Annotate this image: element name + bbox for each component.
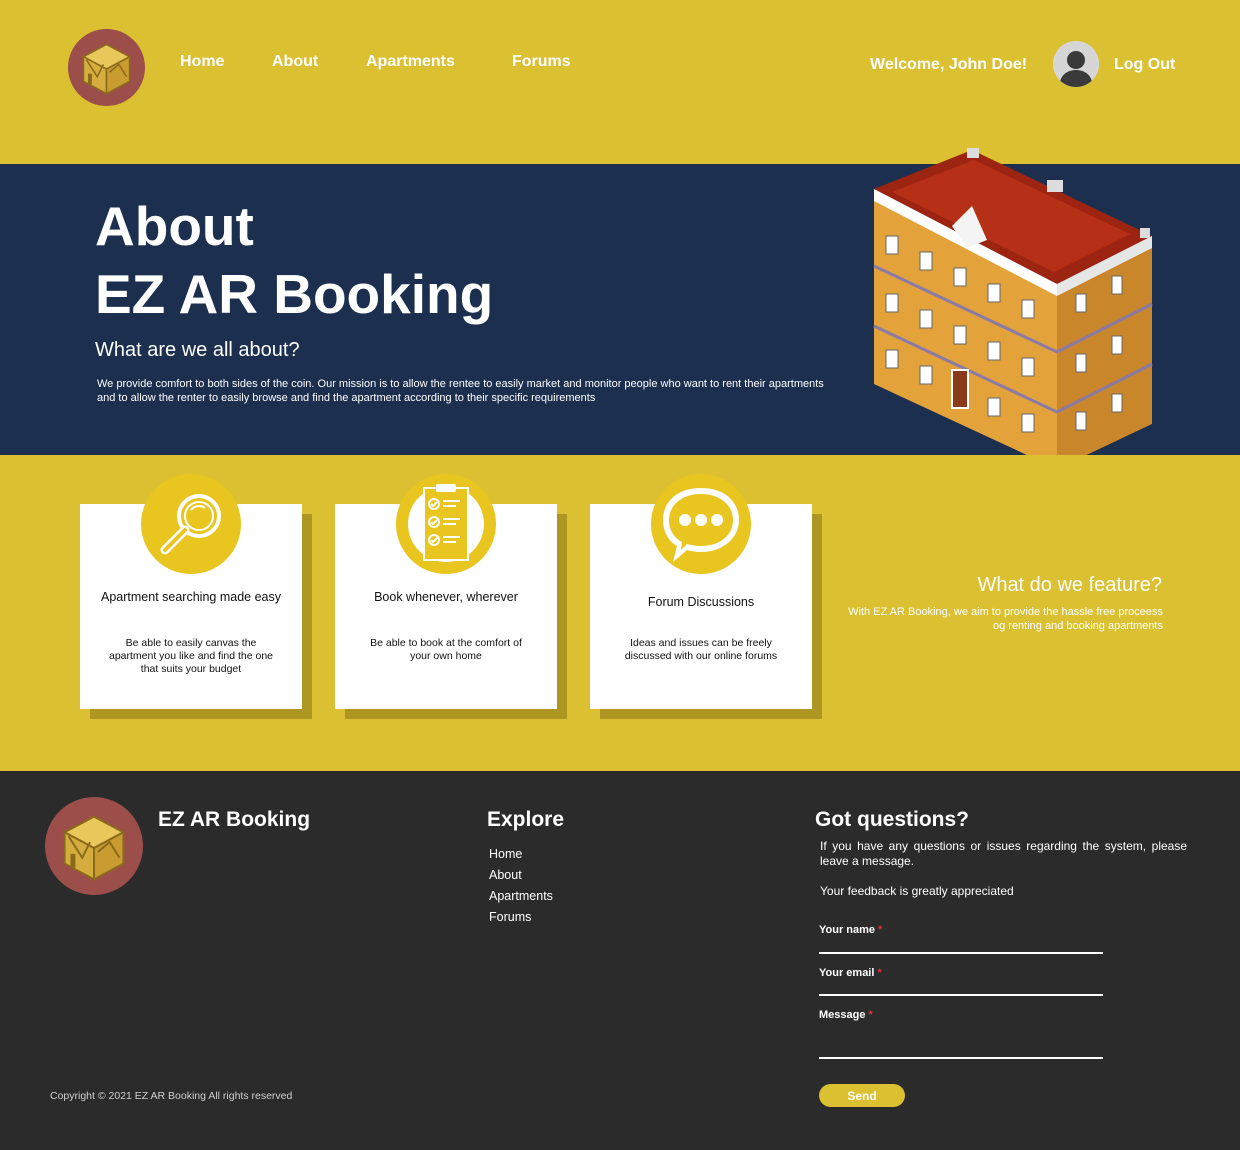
footer-brand-name: EZ AR Booking	[158, 808, 311, 831]
copyright-text: Copyright © 2021 EZ AR Booking All right…	[50, 1090, 293, 1102]
feature-card-title: Apartment searching made easy	[101, 590, 281, 604]
required-marker: *	[868, 1009, 873, 1021]
nav-about[interactable]: About	[272, 53, 318, 71]
logout-link[interactable]: Log Out	[1114, 56, 1175, 74]
questions-heading: Got questions?	[815, 808, 969, 831]
footer-link-about[interactable]: About	[489, 865, 553, 886]
box-logo-icon	[62, 815, 126, 881]
apartment-building-icon	[873, 148, 1153, 469]
chat-bubble-icon	[651, 474, 751, 574]
message-label-text: Message	[819, 1009, 866, 1021]
feature-card-search: Apartment searching made easy Be able to…	[80, 474, 302, 709]
page-title-line2: EZ AR Booking	[95, 263, 494, 325]
feature-card-title: Book whenever, wherever	[374, 590, 518, 604]
footer-link-home[interactable]: Home	[489, 844, 553, 865]
features-description: With EZ AR Booking, we aim to provide th…	[848, 606, 1163, 632]
questions-text: If you have any questions or issues rega…	[820, 839, 1187, 868]
feature-card-description: Be able to easily canvas the apartment y…	[108, 637, 274, 675]
clipboard-checklist-icon	[396, 474, 496, 574]
page-title: About EZ AR Booking	[95, 192, 493, 328]
feedback-text: Your feedback is greatly appreciated	[820, 884, 1014, 898]
feature-card-description: Be able to book at the comfort of your o…	[370, 637, 522, 662]
name-field[interactable]	[819, 934, 1103, 954]
hero-subtitle: What are we all about?	[95, 339, 300, 361]
nav-forums[interactable]: Forums	[512, 53, 571, 71]
footer-logo-icon[interactable]	[45, 797, 143, 895]
feature-card-description: Ideas and issues can be freely discussed…	[624, 637, 778, 662]
nav-apartments[interactable]: Apartments	[366, 53, 455, 71]
box-logo-icon	[81, 43, 132, 95]
email-field[interactable]	[819, 976, 1103, 996]
features-heading: What do we feature?	[977, 574, 1162, 596]
message-field-label: Message *	[819, 1009, 873, 1021]
feature-card-forums: Forum Discussions Ideas and issues can b…	[590, 474, 812, 709]
user-silhouette-icon	[1053, 41, 1099, 87]
message-field[interactable]	[819, 1039, 1103, 1059]
send-button[interactable]: Send	[819, 1084, 905, 1107]
footer-link-forums[interactable]: Forums	[489, 907, 553, 928]
feature-card-title: Forum Discussions	[647, 595, 755, 609]
site-footer: EZ AR Booking Explore Home About Apartme…	[0, 771, 1240, 1150]
hero-description: We provide comfort to both sides of the …	[97, 378, 824, 404]
welcome-text: Welcome, John Doe!	[870, 56, 1028, 73]
page-title-line1: About	[95, 195, 254, 257]
features-section: Apartment searching made easy Be able to…	[0, 455, 1240, 771]
explore-heading: Explore	[487, 808, 565, 831]
explore-links: Home About Apartments Forums	[489, 844, 553, 928]
magnifying-glass-icon	[141, 474, 241, 574]
site-header: Home About Apartments Forums Welcome, Jo…	[0, 0, 1240, 164]
avatar[interactable]	[1053, 41, 1099, 87]
feature-card-booking: Book whenever, wherever Be able to book …	[335, 474, 557, 709]
footer-link-apartments[interactable]: Apartments	[489, 886, 553, 907]
nav-home[interactable]: Home	[180, 53, 224, 71]
logo-icon[interactable]	[68, 29, 145, 106]
